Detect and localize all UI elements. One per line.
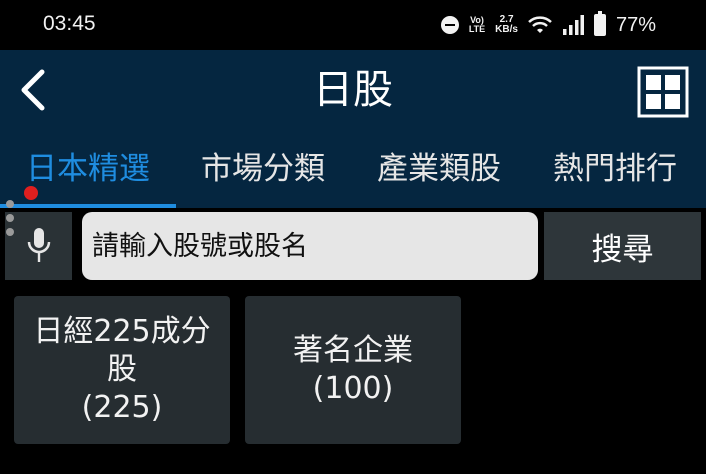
search-input[interactable] [82,212,538,280]
battery-icon [593,11,606,36]
volte-bottom: LTE [468,24,486,34]
handle-dot [6,214,14,222]
tab-market-category[interactable]: 市場分類 [201,130,325,208]
status-bar: 03:45 Vo) LTE 2.7 KB/s 77% [0,0,706,50]
card-count: (100) [312,371,394,406]
tab-japan-selection[interactable]: 日本精選 [26,130,150,208]
network-speed: 2.7 KB/s [495,15,518,35]
grid-icon[interactable] [637,66,689,118]
search-bar: 搜尋 [0,208,706,284]
status-time: 03:45 [43,12,96,35]
signal-icon [562,15,584,35]
app-header: 日股 [0,50,706,130]
tab-industry-sector[interactable]: 產業類股 [377,130,501,208]
floating-handle[interactable] [6,200,18,250]
card-count: (225) [81,390,163,425]
do-not-disturb-icon [440,16,459,34]
search-button[interactable]: 搜尋 [544,212,701,280]
handle-dot [6,228,14,236]
card-title: 著名企業 [293,333,413,368]
microphone-icon [27,228,51,262]
category-card-nikkei225[interactable]: 日經225成分 股 (225) [14,296,230,444]
volte-icon: Vo) LTE [469,16,485,34]
net-speed-unit: KB/s [495,24,518,35]
status-icons: Vo) LTE 2.7 KB/s 77% [440,10,656,40]
battery-percent: 77% [615,13,656,36]
notification-dot [24,186,38,200]
tab-bar: 日本精選 市場分類 產業類股 熱門排行 [0,130,706,208]
category-card-famous-companies[interactable]: 著名企業 (100) [245,296,461,444]
wifi-icon [528,16,552,33]
card-title: 日經225成分 [33,314,211,349]
page-title: 日股 [313,67,393,113]
card-title-cont: 股 [107,352,137,387]
chevron-left-icon[interactable] [14,68,54,112]
tab-popular-ranking[interactable]: 熱門排行 [553,130,677,208]
handle-dot [6,200,14,208]
